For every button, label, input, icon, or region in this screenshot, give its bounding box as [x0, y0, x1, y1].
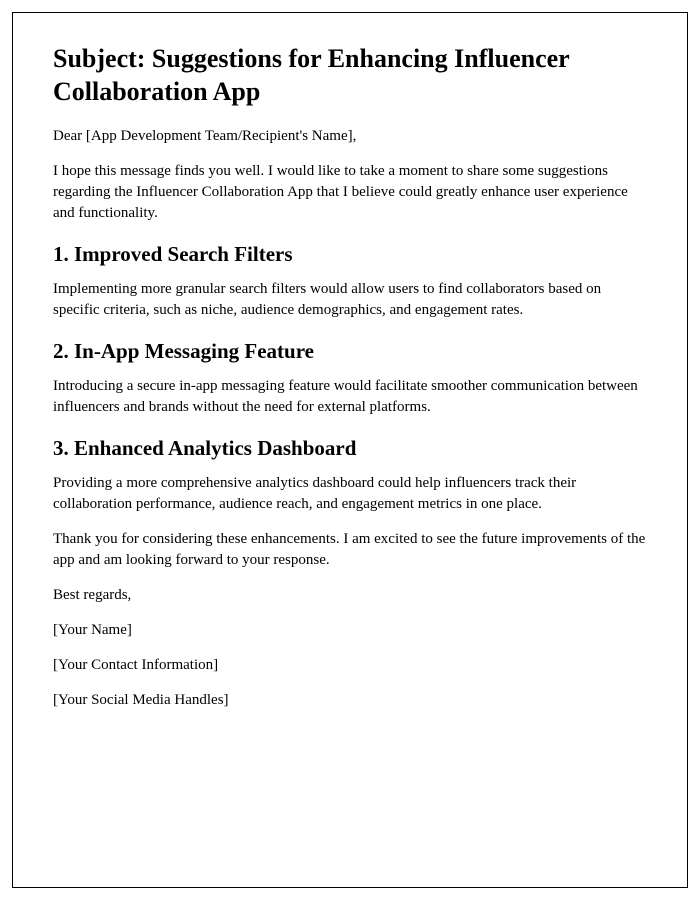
- greeting-text: Dear [App Development Team/Recipient's N…: [53, 126, 647, 147]
- section-body: Implementing more granular search filter…: [53, 279, 647, 321]
- intro-paragraph: I hope this message finds you well. I wo…: [53, 161, 647, 224]
- section-heading: 3. Enhanced Analytics Dashboard: [53, 436, 647, 461]
- closing-paragraph: Thank you for considering these enhancem…: [53, 529, 647, 571]
- subject-heading: Subject: Suggestions for Enhancing Influ…: [53, 43, 647, 108]
- section-body: Providing a more comprehensive analytics…: [53, 473, 647, 515]
- name-line: [Your Name]: [53, 620, 647, 641]
- signoff-text: Best regards,: [53, 585, 647, 606]
- section-heading: 1. Improved Search Filters: [53, 242, 647, 267]
- social-line: [Your Social Media Handles]: [53, 690, 647, 711]
- document-page: Subject: Suggestions for Enhancing Influ…: [12, 12, 688, 888]
- section-body: Introducing a secure in-app messaging fe…: [53, 376, 647, 418]
- contact-line: [Your Contact Information]: [53, 655, 647, 676]
- section-heading: 2. In-App Messaging Feature: [53, 339, 647, 364]
